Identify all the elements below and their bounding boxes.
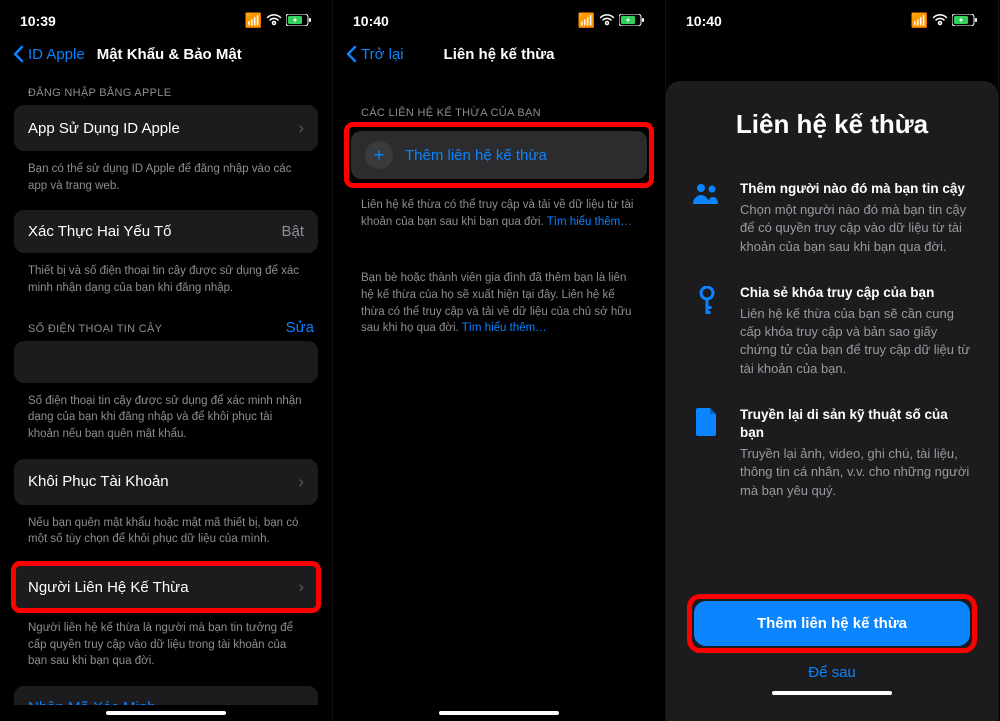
cell-account-recovery[interactable]: Khôi Phục Tài Khoản › bbox=[14, 459, 318, 505]
status-icons: 📶 bbox=[245, 12, 312, 29]
status-time: 10:40 bbox=[353, 13, 389, 29]
feature-desc: Truyền lại ảnh, video, ghi chú, tài liệu… bbox=[740, 445, 974, 500]
chevron-icon: › bbox=[298, 118, 304, 138]
back-label: ID Apple bbox=[28, 46, 85, 63]
footer-add: Liên hệ kế thừa có thể truy cập và tải v… bbox=[347, 193, 651, 246]
nav-title: Mật Khẩu & Bảo Mật bbox=[97, 46, 242, 63]
add-legacy-contact-button[interactable]: + Thêm liên hệ kế thừa bbox=[351, 131, 647, 179]
add-legacy-contact-button[interactable]: Thêm liên hệ kế thừa bbox=[694, 601, 970, 646]
learn-more-link[interactable]: Tìm hiểu thêm… bbox=[547, 216, 632, 228]
learn-more-link-2[interactable]: Tìm hiểu thêm… bbox=[462, 322, 547, 334]
wifi-icon bbox=[932, 13, 948, 29]
footer-apps: Bạn có thể sử dụng ID Apple để đăng nhập… bbox=[14, 157, 318, 210]
cell-get-verification-code[interactable]: Nhận Mã Xác Minh bbox=[14, 686, 318, 705]
later-button[interactable]: Để sau bbox=[690, 650, 974, 685]
nav-title: Liên hệ kế thừa bbox=[444, 46, 555, 63]
cell-two-factor[interactable]: Xác Thực Hai Yếu Tố Bật bbox=[14, 210, 318, 253]
feature-trust: Thêm người nào đó mà bạn tin cậy Chọn mộ… bbox=[690, 180, 974, 256]
chevron-icon: › bbox=[298, 577, 304, 597]
cell-label: Khôi Phục Tài Khoản bbox=[28, 473, 169, 490]
feature-title: Chia sẻ khóa truy cập của bạn bbox=[740, 284, 974, 302]
battery-icon bbox=[952, 13, 978, 29]
cell-label: Xác Thực Hai Yếu Tố bbox=[28, 223, 171, 240]
section-your-contacts-header: CÁC LIÊN HỆ KẾ THỪA CỦA BẠN bbox=[347, 97, 651, 125]
battery-icon bbox=[619, 13, 645, 29]
add-label: Thêm liên hệ kế thừa bbox=[405, 147, 547, 164]
status-bar: 10:39 📶 bbox=[0, 0, 332, 37]
edit-button[interactable]: Sửa bbox=[286, 319, 318, 336]
cell-label: Người Liên Hệ Kế Thừa bbox=[28, 579, 189, 596]
section-signin-header: ĐĂNG NHẬP BẰNG APPLE bbox=[14, 77, 318, 105]
signal-icon: 📶 bbox=[578, 12, 595, 29]
feature-key: Chia sẻ khóa truy cập của bạn Liên hệ kế… bbox=[690, 284, 974, 378]
chevron-icon: › bbox=[298, 472, 304, 492]
nav-bar: ID Apple Mật Khẩu & Bảo Mật bbox=[0, 37, 332, 77]
footer-recovery: Nếu bạn quên mật khẩu hoặc mật mã thiết … bbox=[14, 511, 318, 564]
footer-phone: Số điện thoại tin cậy được sử dụng để xá… bbox=[14, 389, 318, 459]
cell-trusted-phone[interactable] bbox=[14, 341, 318, 383]
feature-title: Truyền lại di sản kỹ thuật số của bạn bbox=[740, 406, 974, 442]
status-icons: 📶 bbox=[911, 12, 978, 29]
content: CÁC LIÊN HỆ KẾ THỪA CỦA BẠN + Thêm liên … bbox=[333, 77, 665, 705]
footer-legacy: Người liên hệ kế thừa là người mà bạn ti… bbox=[14, 616, 318, 686]
section-phone-header: SỐ ĐIỆN THOẠI TIN CẬY bbox=[14, 313, 162, 341]
back-button[interactable]: Trở lại bbox=[345, 45, 404, 63]
status-time: 10:40 bbox=[686, 13, 722, 29]
home-indicator[interactable] bbox=[772, 691, 892, 695]
back-label: Trở lại bbox=[361, 46, 404, 63]
status-bar: 10:40 📶 bbox=[333, 0, 665, 37]
feature-desc: Chọn một người nào đó mà bạn tin cậy để … bbox=[740, 201, 974, 256]
home-indicator[interactable] bbox=[106, 711, 226, 715]
cell-value: Bật bbox=[281, 223, 304, 240]
wifi-icon bbox=[599, 13, 615, 29]
footer-two-factor: Thiết bị và số điện thoại tin cậy được s… bbox=[14, 259, 318, 312]
status-time: 10:39 bbox=[20, 13, 56, 29]
cell-apps-using-appleid[interactable]: App Sử Dụng ID Apple › bbox=[14, 105, 318, 151]
status-bar: 10:40 📶 bbox=[666, 0, 998, 37]
people-icon bbox=[690, 180, 724, 256]
document-icon bbox=[690, 406, 724, 500]
nav-bar: Trở lại Liên hệ kế thừa bbox=[333, 37, 665, 77]
feature-desc: Liên hệ kế thừa của bạn sẽ cần cung cấp … bbox=[740, 305, 974, 378]
feature-document: Truyền lại di sản kỹ thuật số của bạn Tr… bbox=[690, 406, 974, 500]
plus-icon: + bbox=[365, 141, 393, 169]
signal-icon: 📶 bbox=[245, 12, 262, 29]
wifi-icon bbox=[266, 13, 282, 29]
modal-title: Liên hệ kế thừa bbox=[690, 109, 974, 140]
key-icon bbox=[690, 284, 724, 378]
screen-password-security: 10:39 📶 ID Apple Mật Khẩu & Bảo Mật ĐĂNG… bbox=[0, 0, 333, 721]
cell-legacy-contact[interactable]: Người Liên Hệ Kế Thừa › bbox=[14, 564, 318, 610]
content: ĐĂNG NHẬP BẰNG APPLE App Sử Dụng ID Appl… bbox=[0, 77, 332, 705]
feature-title: Thêm người nào đó mà bạn tin cậy bbox=[740, 180, 974, 198]
screen-legacy-contact-intro: 10:40 📶 Liên hệ kế thừa Thêm người nào đ… bbox=[666, 0, 999, 721]
back-button[interactable]: ID Apple bbox=[12, 45, 85, 63]
cell-label: Nhận Mã Xác Minh bbox=[28, 699, 156, 705]
screen-legacy-contact-list: 10:40 📶 Trở lại Liên hệ kế thừa CÁC LIÊN… bbox=[333, 0, 666, 721]
footer-others: Bạn bè hoặc thành viên gia đình đã thêm … bbox=[347, 246, 651, 353]
modal-actions: Thêm liên hệ kế thừa Để sau bbox=[690, 597, 974, 685]
battery-icon bbox=[286, 13, 312, 29]
modal-sheet: Liên hệ kế thừa Thêm người nào đó mà bạn… bbox=[666, 81, 998, 721]
signal-icon: 📶 bbox=[911, 12, 928, 29]
cell-label: App Sử Dụng ID Apple bbox=[28, 120, 180, 137]
status-icons: 📶 bbox=[578, 12, 645, 29]
home-indicator[interactable] bbox=[439, 711, 559, 715]
